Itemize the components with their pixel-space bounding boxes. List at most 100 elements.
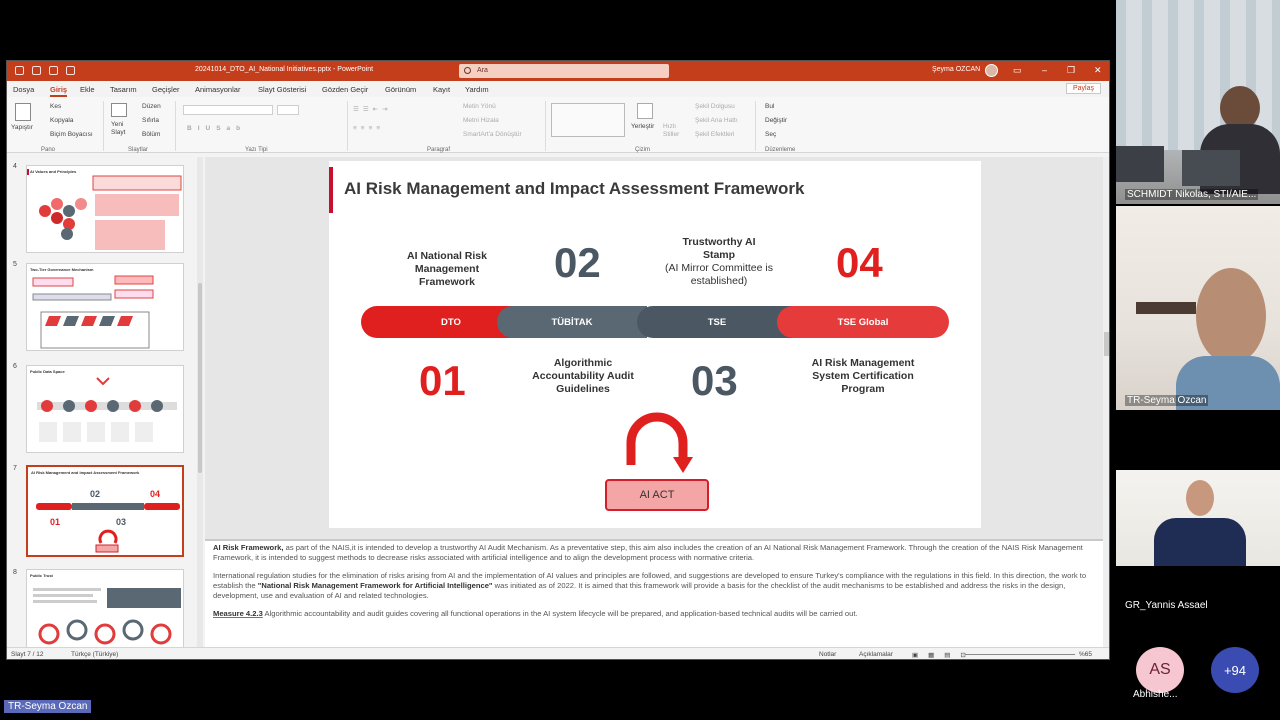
undo-icon[interactable] bbox=[49, 66, 58, 75]
thumbnails-scrollbar[interactable] bbox=[197, 157, 203, 649]
video-tile-seyma[interactable]: TR-Seyma Ozcan bbox=[1116, 206, 1280, 410]
arrange-icon[interactable] bbox=[637, 103, 653, 119]
tab-view[interactable]: Görünüm bbox=[385, 85, 416, 94]
user-avatar[interactable] bbox=[985, 64, 998, 77]
label-national-risk-framework[interactable]: AI National Risk Management Framework bbox=[399, 250, 495, 289]
redo-icon[interactable] bbox=[66, 66, 75, 75]
minimize-icon[interactable]: – bbox=[1042, 65, 1047, 75]
text-direction-button[interactable]: Metin Yönü bbox=[463, 103, 496, 110]
shapes-gallery[interactable] bbox=[551, 103, 625, 137]
participant-avatar[interactable]: AS bbox=[1136, 647, 1184, 693]
video-tile-schmidt[interactable]: SCHMIDT Nikolas, STI/AIE... bbox=[1116, 0, 1280, 204]
laptop bbox=[1116, 146, 1164, 182]
more-participants-button[interactable]: +94 bbox=[1211, 647, 1259, 693]
tab-design[interactable]: Tasarım bbox=[110, 85, 137, 94]
tab-file[interactable]: Dosya bbox=[13, 85, 34, 94]
share-button[interactable]: Paylaş bbox=[1065, 83, 1101, 94]
notes-toggle[interactable]: Notlar bbox=[819, 651, 836, 658]
participant-name: TR-Seyma Ozcan bbox=[1125, 395, 1209, 406]
zoom-slider[interactable] bbox=[965, 654, 1075, 655]
search-placeholder: Ara bbox=[477, 67, 488, 74]
search-box[interactable]: Ara bbox=[459, 64, 669, 78]
slide-thumbnail-6[interactable]: Public Data Space bbox=[26, 365, 184, 453]
segment-tse[interactable]: TSE bbox=[637, 306, 797, 338]
tab-home[interactable]: Giriş bbox=[50, 85, 68, 97]
align-text-button[interactable]: Metni Hizala bbox=[463, 117, 499, 124]
tab-help[interactable]: Yardım bbox=[465, 85, 489, 94]
font-size-box[interactable] bbox=[277, 105, 299, 115]
ai-act-box[interactable]: AI ACT bbox=[605, 479, 709, 511]
document-title: 20241014_DTO_AI_National Initiatives.ppt… bbox=[195, 66, 374, 73]
tab-animations[interactable]: Animasyonlar bbox=[195, 85, 240, 94]
status-bar: Slayt 7 / 12 Türkçe (Türkiye) Notlar Açı… bbox=[7, 647, 1109, 659]
smartart-button[interactable]: SmartArt'a Dönüştür bbox=[463, 131, 522, 138]
slide-thumbnail-8[interactable]: Public Trust bbox=[26, 569, 184, 649]
replace-button[interactable]: Değiştir bbox=[765, 117, 787, 124]
slide-title[interactable]: AI Risk Management and Impact Assessment… bbox=[344, 179, 804, 199]
current-slide[interactable]: AI Risk Management and Impact Assessment… bbox=[329, 161, 981, 528]
new-slide-icon[interactable] bbox=[111, 103, 127, 117]
layout-button[interactable]: Düzen bbox=[142, 103, 161, 110]
participant-name: GR_Yannis Assael bbox=[1125, 600, 1208, 611]
video-tile-yannis[interactable] bbox=[1116, 470, 1280, 566]
separator bbox=[755, 101, 756, 151]
format-painter-button[interactable]: Biçim Boyacısı bbox=[50, 131, 93, 138]
new-slide-button[interactable]: Yeni Slayt bbox=[111, 121, 131, 137]
view-buttons[interactable]: ▣▦▤⊡ bbox=[912, 651, 976, 659]
number-01[interactable]: 01 bbox=[419, 357, 466, 405]
segment-tubitak[interactable]: TÜBİTAK bbox=[497, 306, 647, 338]
zoom-level[interactable]: %65 bbox=[1079, 651, 1092, 658]
save-icon[interactable] bbox=[32, 66, 41, 75]
autosave-icon[interactable] bbox=[15, 66, 24, 75]
shape-fill-button[interactable]: Şekil Dolgusu bbox=[695, 103, 735, 110]
maximize-icon[interactable]: ❐ bbox=[1067, 65, 1075, 76]
list-buttons[interactable]: ☰☰⇤⇥ bbox=[353, 105, 392, 113]
label-algorithmic-audit[interactable]: Algorithmic Accountability Audit Guideli… bbox=[525, 357, 641, 396]
align-buttons[interactable]: ≡≡≡≡ bbox=[353, 125, 384, 132]
label-trustworthy-stamp[interactable]: Trustworthy AI Stamp bbox=[679, 236, 759, 262]
shape-outline-button[interactable]: Şekil Ana Hattı bbox=[695, 117, 738, 124]
number-02[interactable]: 02 bbox=[554, 239, 601, 287]
cut-button[interactable]: Kes bbox=[50, 103, 61, 110]
paste-button[interactable]: Yapıştır bbox=[11, 124, 33, 131]
font-format-buttons[interactable]: BIUSab bbox=[187, 125, 246, 132]
tab-slideshow[interactable]: Slayt Gösterisi bbox=[258, 85, 306, 94]
label-certification-program[interactable]: AI Risk Management System Certification … bbox=[803, 357, 923, 396]
font-name-box[interactable] bbox=[183, 105, 273, 115]
scrollbar-thumb[interactable] bbox=[198, 283, 202, 473]
speaker-notes[interactable]: AI Risk Framework, as part of the NAIS,i… bbox=[205, 541, 1103, 647]
tab-review[interactable]: Gözden Geçir bbox=[322, 85, 368, 94]
thumbnail-graphic bbox=[33, 588, 181, 645]
separator bbox=[545, 101, 546, 151]
svg-text:04: 04 bbox=[150, 489, 160, 499]
slide-scrollbar[interactable] bbox=[1103, 157, 1109, 649]
language-indicator[interactable]: Türkçe (Türkiye) bbox=[71, 651, 118, 658]
shape-effects-button[interactable]: Şekil Efektleri bbox=[695, 131, 734, 138]
tab-insert[interactable]: Ekle bbox=[80, 85, 95, 94]
segment-tse-global[interactable]: TSE Global bbox=[777, 306, 949, 338]
number-03[interactable]: 03 bbox=[691, 357, 738, 405]
notes-bold: Measure 4.2.3 bbox=[213, 609, 263, 618]
tab-record[interactable]: Kayıt bbox=[433, 85, 450, 94]
svg-text:02: 02 bbox=[90, 489, 100, 499]
arrange-button[interactable]: Yerleştir bbox=[631, 123, 654, 130]
slide-thumbnail-5[interactable]: Two-Tier Governance Mechanism bbox=[26, 263, 184, 351]
find-button[interactable]: Bul bbox=[765, 103, 774, 110]
close-icon[interactable]: ✕ bbox=[1094, 65, 1102, 76]
separator bbox=[175, 101, 176, 151]
reset-button[interactable]: Sıfırla bbox=[142, 117, 159, 124]
select-button[interactable]: Seç bbox=[765, 131, 776, 138]
slide-thumbnail-7[interactable]: AI Risk Management and Impact Assessment… bbox=[26, 465, 184, 557]
label-mirror-committee[interactable]: (AI Mirror Committee is established) bbox=[659, 262, 779, 288]
ribbon-display-icon[interactable]: ▭ bbox=[1013, 65, 1022, 76]
scrollbar-thumb[interactable] bbox=[1104, 332, 1109, 356]
slide-thumbnail-4[interactable]: AI Values and Principles bbox=[26, 165, 184, 253]
copy-button[interactable]: Kopyala bbox=[50, 117, 74, 124]
number-04[interactable]: 04 bbox=[836, 239, 883, 287]
paste-icon[interactable] bbox=[15, 103, 31, 121]
comments-toggle[interactable]: Açıklamalar bbox=[859, 651, 893, 658]
quick-styles-button[interactable]: Hızlı Stiller bbox=[663, 123, 685, 139]
section-button[interactable]: Bölüm bbox=[142, 131, 160, 138]
tab-transitions[interactable]: Geçişler bbox=[152, 85, 180, 94]
user-name[interactable]: Şeyma OZCAN bbox=[932, 66, 980, 73]
